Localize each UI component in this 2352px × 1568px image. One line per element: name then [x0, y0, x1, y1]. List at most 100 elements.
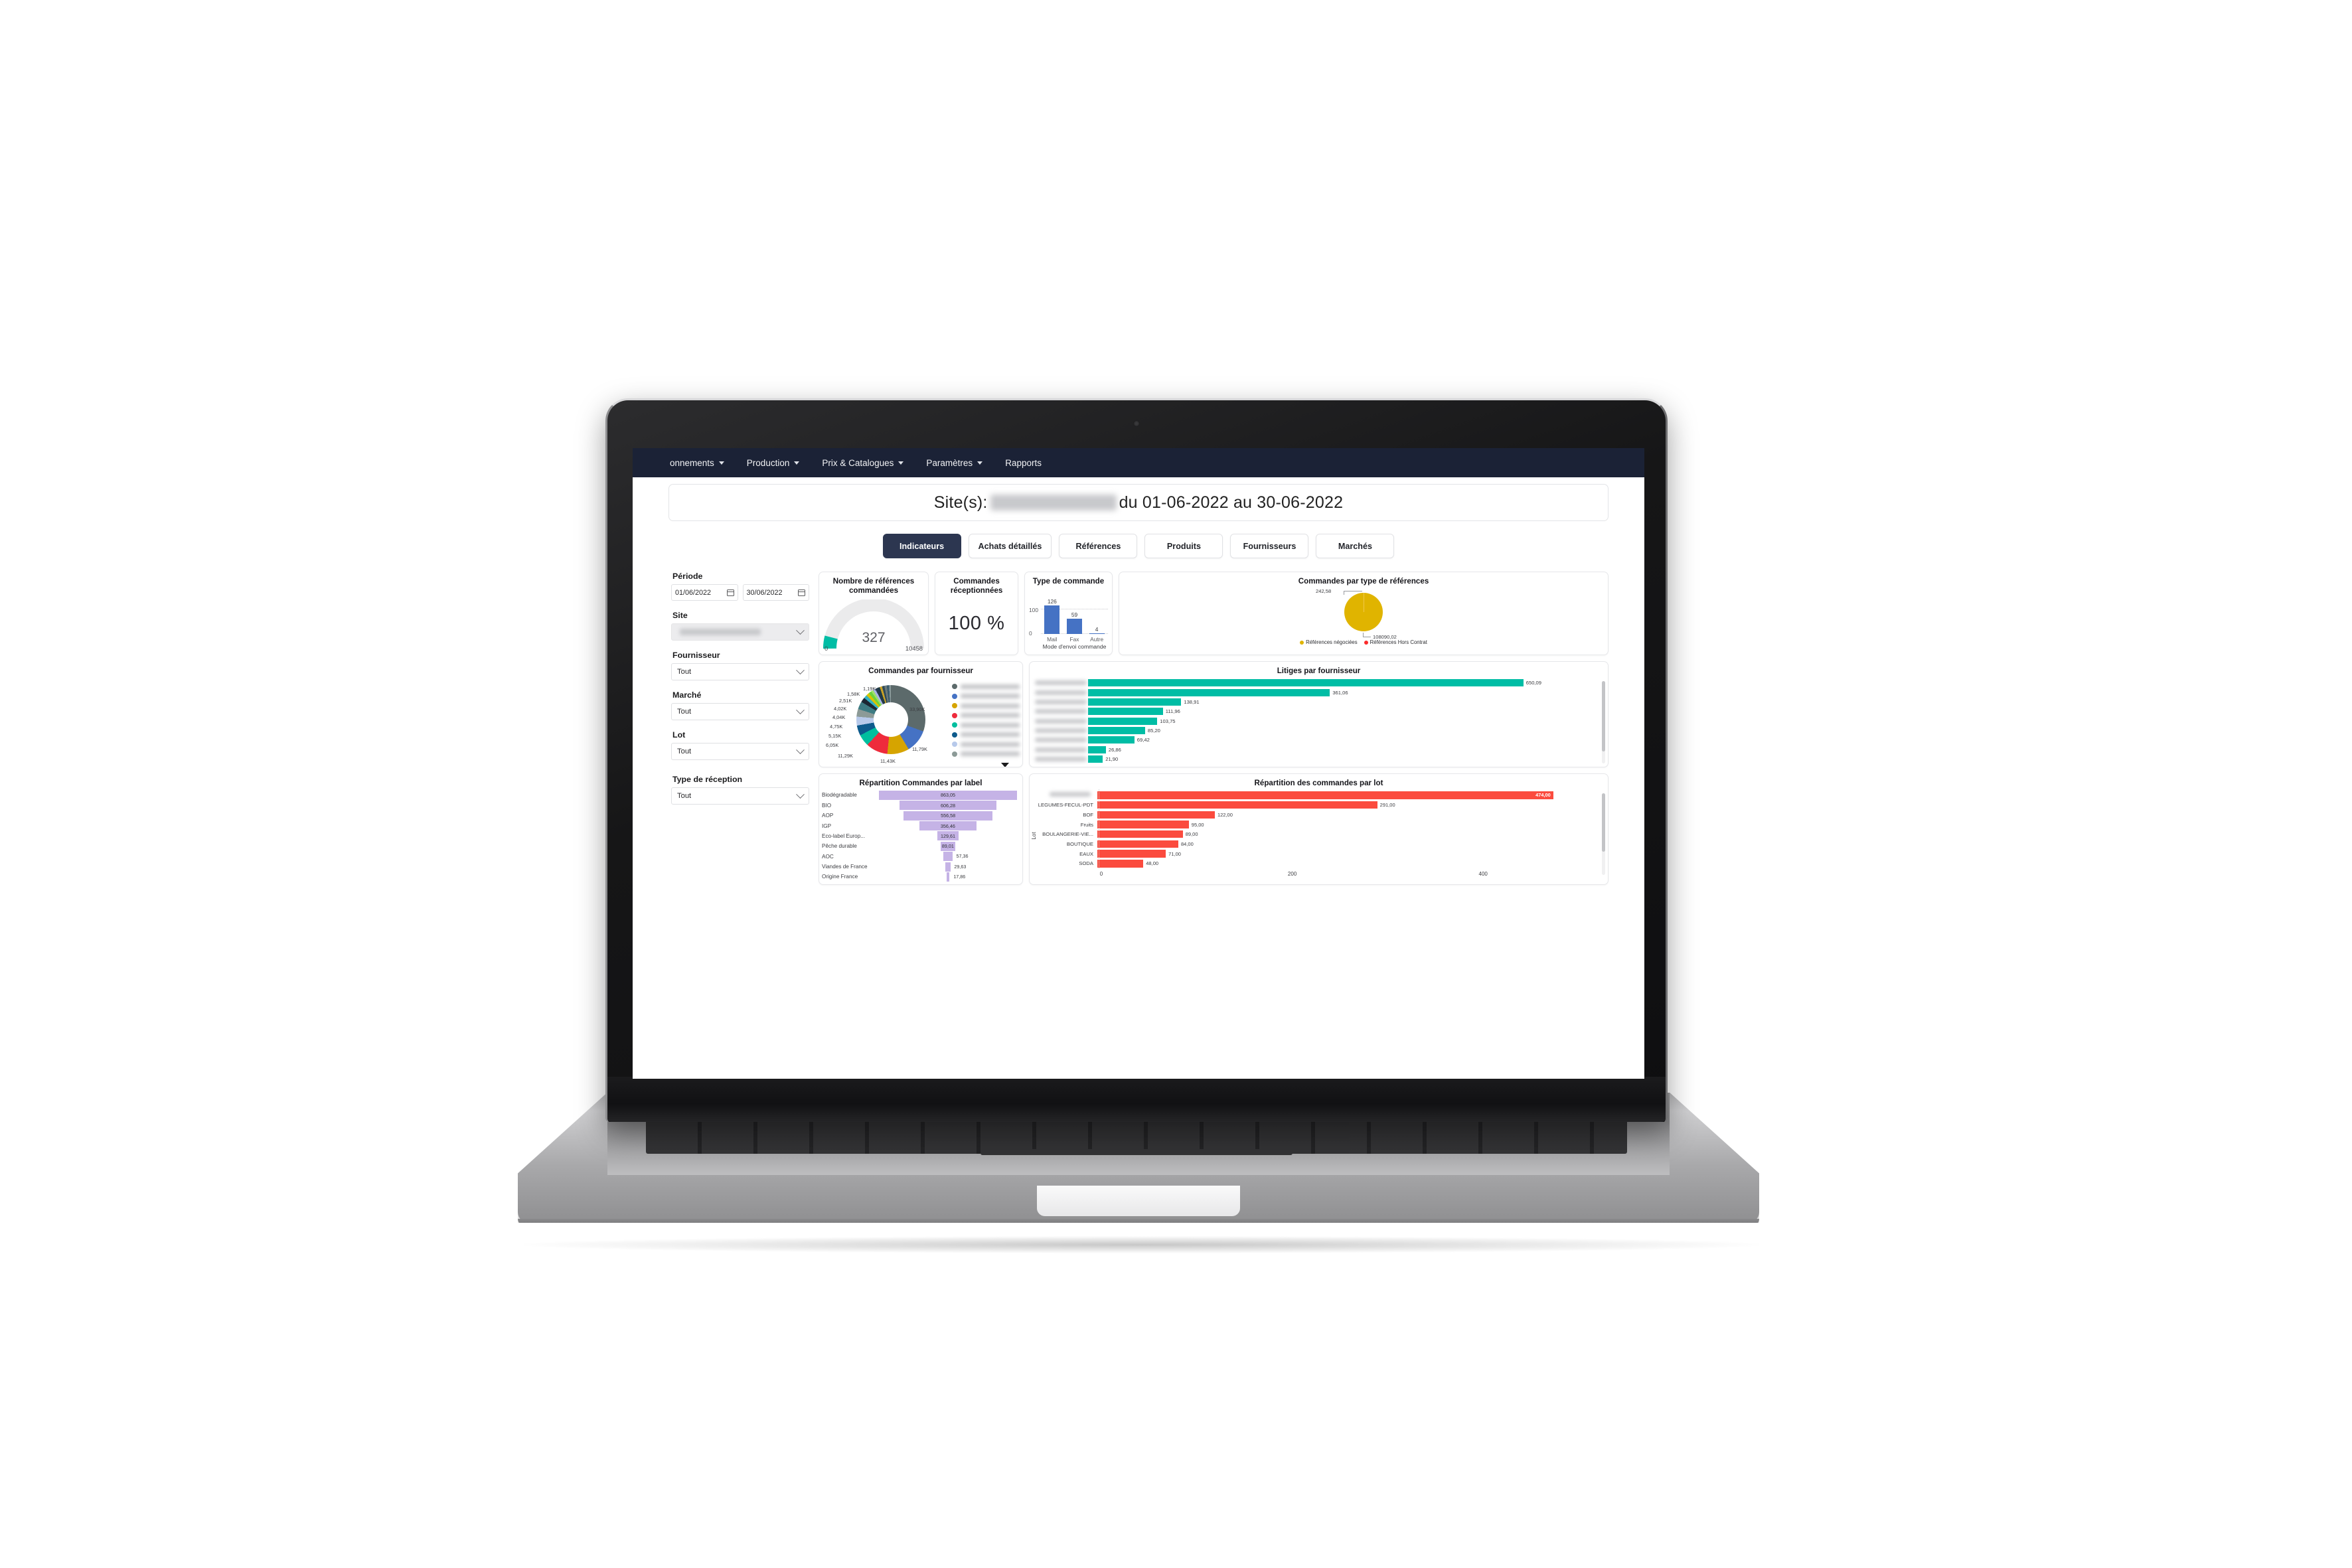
marche-select-value: Tout: [677, 708, 692, 716]
x-tick-autre: Autre: [1090, 636, 1104, 643]
bar-area: 21,90: [1088, 755, 1597, 763]
vertical-scrollbar[interactable]: [1602, 681, 1605, 763]
funnel-category: Pêche durable: [822, 843, 857, 850]
bar-row[interactable]: 69,42: [1032, 736, 1597, 744]
x-axis-label: Mode d'envoi commande: [1042, 643, 1107, 651]
lot-select[interactable]: Tout: [671, 743, 809, 760]
card-commandes-par-type-references: Commandes par type de références 242,58: [1119, 572, 1608, 655]
funnel-row[interactable]: AOP 556,58: [822, 811, 1017, 821]
funnel-row[interactable]: Biodégradable 863,05: [822, 790, 1017, 800]
nav-item-prix-catalogues[interactable]: Prix & Catalogues: [822, 458, 904, 468]
bar: [1088, 708, 1163, 716]
site-select[interactable]: Angelina Chateau Versailles: [671, 623, 809, 641]
donut-chart: 33,90K 11,79K 11,43K 11,29K 6,05K 5,15K …: [819, 677, 1022, 767]
legend-label-redacted: [961, 722, 1020, 728]
bar-row[interactable]: Fruits 95,00: [1032, 820, 1597, 829]
bar-value: 361,06: [1332, 689, 1348, 696]
legend-item[interactable]: [952, 701, 1020, 711]
legend-item[interactable]: [952, 711, 1020, 721]
x-tick-fax: Fax: [1069, 636, 1079, 643]
legend-item[interactable]: [952, 749, 1020, 759]
bar-row[interactable]: 650,09: [1032, 678, 1597, 687]
legend-item-negociees[interactable]: Références négociées: [1300, 639, 1358, 645]
legend-item[interactable]: [952, 682, 1020, 692]
bar-category-redacted: [1032, 680, 1088, 686]
scrollbar-thumb[interactable]: [1602, 793, 1605, 852]
scrollbar-thumb[interactable]: [1602, 681, 1605, 752]
card-litiges-par-fournisseur: Litiges par fournisseur 650,09 361,06 13…: [1029, 661, 1608, 767]
bar-row[interactable]: 474,00: [1032, 791, 1597, 800]
date-start-input[interactable]: 01/06/2022: [671, 584, 738, 601]
funnel-row[interactable]: IGP 356,46: [822, 821, 1017, 830]
calendar-icon: [798, 589, 805, 596]
bar-area: 17,86: [879, 872, 1017, 882]
x-tick-mail: Mail: [1047, 636, 1058, 643]
funnel-row[interactable]: Origine France 17,86: [822, 872, 1017, 882]
donut-legend: [951, 677, 1022, 767]
bar-row[interactable]: 103,75: [1032, 717, 1597, 726]
bar-area: 606,28: [879, 801, 1017, 811]
scene: onnements Production Prix & Catalogues P…: [0, 0, 2352, 1568]
tab-marches[interactable]: Marchés: [1316, 534, 1395, 558]
pie-slice-references-negociees[interactable]: [1344, 593, 1383, 632]
funnel-row[interactable]: Pêche durable 89,01: [822, 841, 1017, 851]
funnel-bar: 606,28: [899, 801, 996, 811]
donut-label-3: 11,43K: [880, 758, 896, 765]
bar-row[interactable]: 85,20: [1032, 726, 1597, 735]
bar-row[interactable]: SODA 48,00: [1032, 859, 1597, 868]
nav-item-production[interactable]: Production: [747, 458, 800, 468]
dashboard-body: Période 01/06/2022 30/06/2022 Site Fourn…: [668, 572, 1608, 891]
type-reception-select[interactable]: Tout: [671, 787, 809, 805]
legend-label-redacted: [961, 732, 1020, 738]
bar-row[interactable]: 361,06: [1032, 688, 1597, 697]
funnel-row[interactable]: Eco-label Europ... 129,61: [822, 831, 1017, 841]
bar-category-redacted: [1032, 690, 1088, 695]
fournisseur-select-value: Tout: [677, 668, 692, 676]
donut-label-10: 2,51K: [839, 698, 852, 704]
bar-row[interactable]: 21,90: [1032, 755, 1597, 763]
bar-row[interactable]: BOF 122,00: [1032, 811, 1597, 820]
row-fournisseur: Commandes par fournisseur 33,90K 11,79K: [819, 661, 1608, 767]
chevron-down-icon: [796, 789, 805, 799]
bar-row[interactable]: BOULANGERIE-VIE... 89,00: [1032, 830, 1597, 839]
filter-periode: Période 01/06/2022 30/06/2022: [671, 572, 809, 601]
funnel-row[interactable]: AOC 57,36: [822, 851, 1017, 862]
bar-row[interactable]: EAUX 71,00: [1032, 849, 1597, 858]
legend-item[interactable]: [952, 740, 1020, 749]
funnel-row[interactable]: Viandes de France 29,63: [822, 862, 1017, 872]
legend-item-hors-contrat[interactable]: Références Hors Contrat: [1364, 639, 1427, 645]
tab-produits[interactable]: Produits: [1144, 534, 1223, 558]
laptop-trackpad-notch: [1037, 1186, 1240, 1216]
bar-row[interactable]: 111,96: [1032, 707, 1597, 716]
bar-row[interactable]: LEGUMES-FECUL-PDT 291,00: [1032, 801, 1597, 810]
legend-scroll-down-icon[interactable]: [1001, 763, 1009, 767]
tab-indicateurs[interactable]: Indicateurs: [882, 534, 961, 558]
nav-label: Paramètres: [926, 457, 973, 468]
funnel-row[interactable]: BIO 606,28: [822, 801, 1017, 811]
page-content: Site(s): Angelina Chateau Versailles du …: [633, 484, 1644, 891]
marche-select[interactable]: Tout: [671, 703, 809, 720]
card-type-de-commande: Type de commande 100 0 126 59 4 Mail Fax…: [1024, 572, 1113, 655]
fournisseur-select[interactable]: Tout: [671, 663, 809, 680]
bar-value-mail: 126: [1047, 598, 1057, 605]
legend-item[interactable]: [952, 720, 1020, 730]
bar-category: Fruits: [1080, 821, 1093, 828]
bar-group-autre[interactable]: 4: [1087, 598, 1107, 635]
bar-row[interactable]: 26,86: [1032, 745, 1597, 754]
legend-item[interactable]: [952, 730, 1020, 740]
vertical-scrollbar[interactable]: [1602, 793, 1605, 875]
bar-group-mail[interactable]: 126: [1042, 598, 1062, 635]
nav-item-abonnements[interactable]: onnements: [670, 458, 724, 468]
legend-item[interactable]: [952, 692, 1020, 702]
bar-row[interactable]: 138,91: [1032, 698, 1597, 706]
bar-value: 474,00: [1535, 792, 1551, 799]
donut-ring[interactable]: [856, 685, 925, 755]
date-end-input[interactable]: 30/06/2022: [742, 584, 809, 601]
nav-item-rapports[interactable]: Rapports: [1005, 458, 1042, 468]
tab-fournisseurs[interactable]: Fournisseurs: [1230, 534, 1309, 558]
bar-row[interactable]: BOUTIQUE 84,00: [1032, 840, 1597, 849]
nav-item-parametres[interactable]: Paramètres: [926, 457, 983, 468]
tab-references[interactable]: Références: [1059, 534, 1138, 558]
filter-label-marche: Marché: [672, 690, 702, 700]
bar-group-fax[interactable]: 59: [1064, 598, 1084, 635]
